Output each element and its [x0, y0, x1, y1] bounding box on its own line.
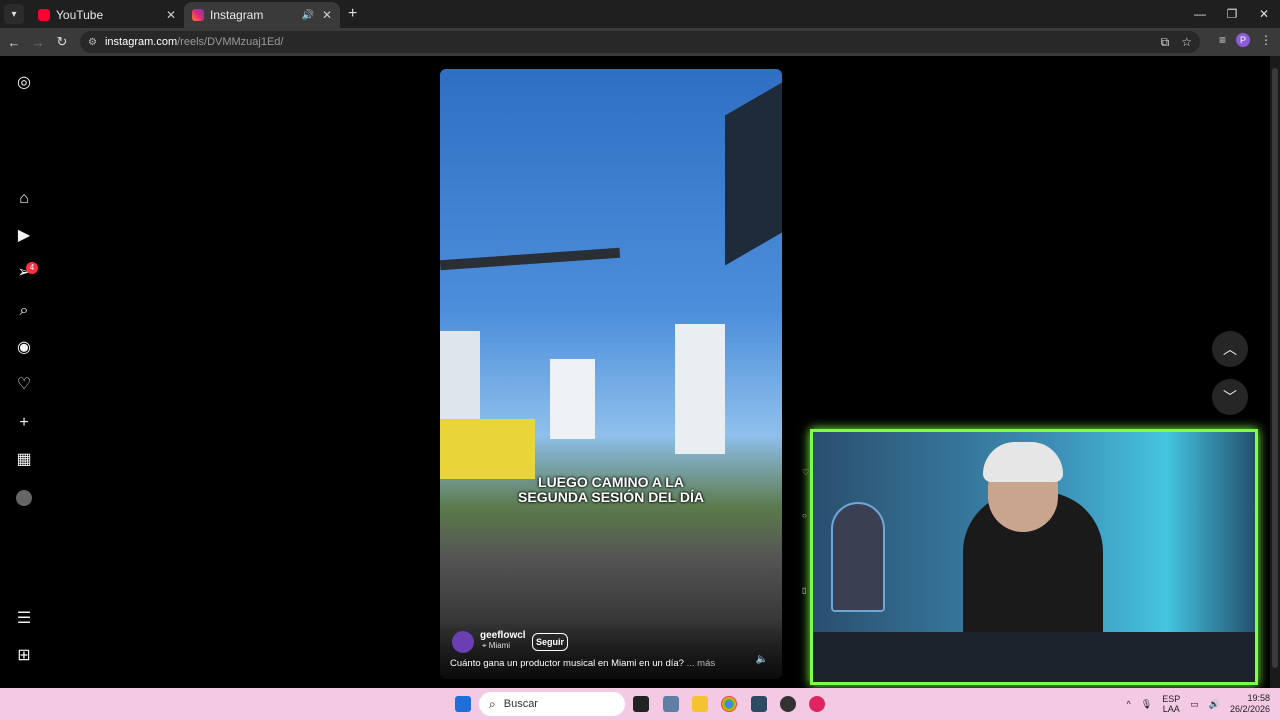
url-host: instagram.com — [104, 36, 178, 48]
previous-reel-button[interactable]: ︿ — [1212, 331, 1248, 367]
username[interactable]: geeflowcl — [480, 630, 526, 641]
chevron-up-icon[interactable]: ^ — [1127, 699, 1131, 709]
dashboard-icon[interactable]: ▦ — [15, 451, 33, 469]
location-label: Miami — [488, 641, 511, 650]
sun-visor — [725, 82, 782, 266]
building — [440, 419, 535, 479]
taskbar-search[interactable]: ⌕ Buscar — [479, 692, 625, 716]
language-indicator[interactable]: ESP LAA — [1162, 694, 1180, 714]
window-controls: — ❐ ✕ — [1184, 0, 1280, 28]
back-button[interactable]: ← — [2, 35, 26, 50]
sidebar: ◎ ⌂ ▶ ➢ 4 ⌕ ◉ ♡ + ▦ ☰ ⊞ — [0, 56, 48, 688]
search-icon[interactable]: ⌕ — [15, 302, 33, 320]
media-player-icon[interactable] — [809, 696, 825, 712]
profile-avatar[interactable] — [16, 490, 32, 506]
address-bar[interactable]: ⚙ instagram.com/reels/DVMMzuaj1Ed/ ⧉ ☆ — [80, 31, 1200, 53]
explore-icon[interactable]: ◉ — [15, 339, 33, 357]
follow-button[interactable]: Seguir — [532, 633, 568, 651]
bookmark-star-icon[interactable]: ☆ — [1181, 35, 1192, 50]
minimize-button[interactable]: — — [1184, 0, 1216, 28]
new-tab-button[interactable]: + — [348, 5, 357, 23]
page-scrollbar[interactable] — [1270, 56, 1280, 688]
tab-strip: ▾ YouTube ✕ Instagram 🔊 ✕ + — ❐ ✕ — [0, 0, 1280, 28]
tab-title: YouTube — [56, 8, 104, 22]
close-icon[interactable]: ✕ — [322, 8, 332, 22]
task-view-icon[interactable] — [633, 696, 649, 712]
instagram-icon — [192, 9, 204, 21]
site-info-icon[interactable]: ⚙ — [88, 37, 97, 48]
traffic-light-pole — [440, 247, 621, 271]
lang-bottom: LAA — [1162, 704, 1180, 714]
file-explorer-icon[interactable] — [692, 696, 708, 712]
more-link[interactable]: ... más — [687, 658, 716, 669]
tab-instagram[interactable]: Instagram 🔊 ✕ — [184, 2, 340, 28]
volume-icon[interactable]: 🔊 — [1209, 699, 1220, 710]
streamer-hair — [983, 442, 1063, 482]
profile-avatar[interactable]: P — [1236, 33, 1250, 47]
app-icon[interactable] — [751, 696, 767, 712]
close-window-button[interactable]: ✕ — [1248, 0, 1280, 28]
clock[interactable]: 19:58 26/2/2026 — [1230, 693, 1270, 715]
instagram-logo-icon[interactable]: ◎ — [15, 74, 33, 92]
tab-search-button[interactable]: ▾ — [4, 4, 24, 24]
pc-tower — [831, 502, 885, 612]
speaker-icon[interactable]: 🔊 — [302, 10, 314, 21]
create-icon[interactable]: + — [15, 414, 33, 432]
media-control-icon[interactable]: ≡ — [1219, 33, 1226, 47]
obs-icon[interactable] — [780, 696, 796, 712]
system-tray: ^ 🎙 ESP LAA ▭ 🔊 19:58 26/2/2026 — [1127, 688, 1270, 720]
reel-video[interactable]: LUEGO CAMINO A LA SEGUNDA SESIÓN DEL DÍA… — [440, 69, 782, 679]
microphone-icon[interactable]: 🎙 — [1141, 699, 1152, 710]
windows-start-icon[interactable] — [455, 696, 471, 712]
network-icon[interactable]: ▭ — [1190, 699, 1199, 710]
lang-top: ESP — [1162, 694, 1181, 704]
tab-youtube[interactable]: YouTube ✕ — [30, 2, 184, 28]
user-avatar[interactable] — [452, 631, 474, 653]
building — [550, 359, 595, 439]
webcam-overlay — [810, 429, 1258, 685]
building — [675, 324, 725, 454]
settings-icon[interactable] — [663, 696, 679, 712]
install-app-icon[interactable]: ⧉ — [1161, 35, 1170, 50]
instagram-page: ◎ ⌂ ▶ ➢ 4 ⌕ ◉ ♡ + ▦ ☰ ⊞ LUEGO CAMINO A L… — [0, 56, 1270, 688]
heart-icon[interactable]: ♡ — [15, 376, 33, 394]
time: 19:58 — [1247, 693, 1270, 703]
chrome-icon[interactable] — [721, 696, 737, 712]
url-path: /reels/DVMMzuaj1Ed/ — [177, 36, 284, 48]
video-caption-line: SEGUNDA SESIÓN DEL DÍA — [518, 489, 704, 505]
threads-icon[interactable]: ⊞ — [15, 647, 33, 665]
desk — [813, 632, 1255, 682]
reel-description[interactable]: Cuánto gana un productor musical en Miam… — [450, 658, 715, 669]
volume-icon[interactable]: 🔈 — [756, 654, 768, 665]
windows-taskbar: ⌕ Buscar ^ 🎙 ESP LAA ▭ 🔊 19:58 26/2/2026 — [0, 688, 1280, 720]
next-reel-button[interactable]: ﹀ — [1212, 379, 1248, 415]
search-placeholder: Buscar — [503, 698, 538, 710]
more-menu-icon[interactable]: ☰ — [15, 610, 33, 628]
location[interactable]: ⌖ Miami — [482, 641, 510, 651]
browser-toolbar: ← → ↻ ⚙ instagram.com/reels/DVMMzuaj1Ed/… — [0, 28, 1280, 56]
tab-title: Instagram — [210, 8, 264, 22]
restore-button[interactable]: ❐ — [1216, 0, 1248, 28]
reels-icon[interactable]: ▶ — [15, 227, 33, 245]
date: 26/2/2026 — [1229, 704, 1270, 714]
video-caption-line: LUEGO CAMINO A LA — [538, 474, 684, 490]
search-icon: ⌕ — [489, 696, 496, 711]
scrollbar-thumb[interactable] — [1272, 68, 1278, 668]
close-icon[interactable]: ✕ — [166, 8, 176, 22]
reload-button[interactable]: ↻ — [50, 34, 74, 50]
forward-button[interactable]: → — [26, 35, 50, 50]
home-icon[interactable]: ⌂ — [15, 190, 33, 208]
menu-kebab-icon[interactable]: ⋮ — [1260, 33, 1272, 47]
notification-badge: 4 — [26, 262, 38, 274]
youtube-icon — [38, 9, 50, 21]
description-text: Cuánto gana un productor musical en Miam… — [450, 658, 684, 669]
